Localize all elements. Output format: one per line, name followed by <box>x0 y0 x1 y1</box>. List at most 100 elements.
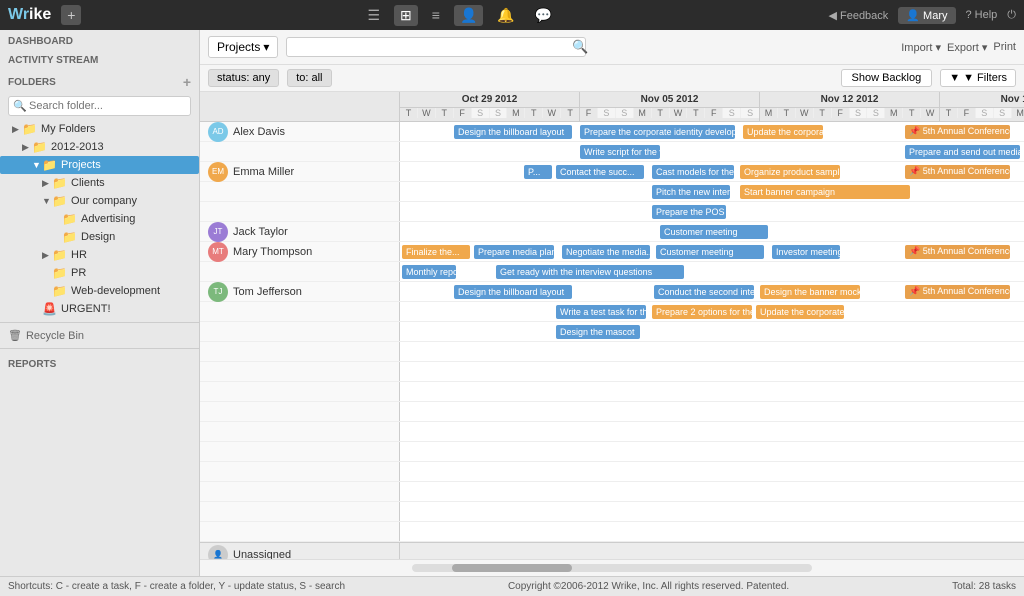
dashboard-section: DASHBOARD <box>0 30 199 49</box>
filter-icon: ▼ <box>949 72 960 84</box>
nav-gantt-icon[interactable]: ≡ <box>426 5 446 26</box>
sidebar-item-clients[interactable]: ▶ 📁 Clients <box>0 174 199 192</box>
nav-inbox-icon[interactable]: 🔔 <box>491 5 520 26</box>
task-bar[interactable]: Write a test task for the... <box>556 305 646 319</box>
task-bar[interactable]: Design the mascot <box>556 325 640 339</box>
task-bar[interactable]: 📌 5th Annual Conference <box>905 125 1010 139</box>
nav-profile-icon[interactable]: 👤 <box>454 5 483 26</box>
task-bar[interactable]: P... <box>524 165 552 179</box>
task-bar[interactable]: Cast models for the shoot <box>652 165 734 179</box>
recycle-bin[interactable]: 🗑 Recycle Bin <box>0 327 199 344</box>
task-bar[interactable]: Update the corporate site <box>756 305 844 319</box>
status-filter[interactable]: status: any <box>208 69 279 87</box>
task-bar[interactable]: Design the banner mock-up <box>760 285 860 299</box>
avatar-jack: JT <box>208 222 228 242</box>
gantt-spacer <box>200 142 400 161</box>
task-bar[interactable]: Write script for the video <box>580 145 660 159</box>
sidebar-item-our-company[interactable]: ▼ 📁 Our company <box>0 192 199 210</box>
arrow-icon: ▶ <box>42 250 52 261</box>
gantt-row-empty2 <box>200 362 1024 382</box>
task-bar[interactable]: Monthly report <box>402 265 456 279</box>
filters-button[interactable]: ▼ ▼ Filters <box>940 69 1016 87</box>
gantt-timeline-tom-2: Write a test task for the... Prepare 2 o… <box>400 302 1024 321</box>
horizontal-scrollbar-track[interactable] <box>412 564 812 572</box>
folder-icon: 📁 <box>62 230 78 244</box>
help-button[interactable]: ? Help <box>966 9 998 21</box>
task-bar[interactable]: Start banner campaign <box>740 185 910 199</box>
sidebar-item-2012-2013[interactable]: ▶ 📁 2012-2013 <box>0 138 199 156</box>
week-label-oct29: Oct 29 2012 <box>400 92 579 108</box>
gantt-timeline-emma-1: P... Contact the succ... Cast models for… <box>400 162 1024 181</box>
gantt-timeline-emma-2: Pitch the new interview Start banner cam… <box>400 182 1024 201</box>
task-bar[interactable]: 📌 5th Annual Conference <box>905 245 1010 259</box>
horizontal-scrollbar-thumb[interactable] <box>452 564 572 572</box>
task-bar[interactable]: Prepare the corporate identity develop..… <box>580 125 735 139</box>
task-bar[interactable]: Get ready with the interview questions <box>496 265 684 279</box>
recycle-icon: 🗑 <box>8 329 22 342</box>
task-bar[interactable]: Prepare 2 options for the c... <box>652 305 752 319</box>
sidebar-item-my-folders[interactable]: ▶ 📁 My Folders <box>0 120 199 138</box>
task-bar[interactable]: Negotiate the media... <box>562 245 650 259</box>
logout-button[interactable]: ⏻ <box>1007 9 1016 22</box>
gantt-date-headers: Oct 29 2012 T W T F S S M T W T <box>400 92 1024 121</box>
gantt-timeline-mary-1: Finalize the... Prepare media plan Negot… <box>400 242 1024 261</box>
show-backlog-button[interactable]: Show Backlog <box>841 69 933 87</box>
day-W: W <box>418 108 436 118</box>
gantt-row-tom-2: Write a test task for the... Prepare 2 o… <box>200 302 1024 322</box>
user-menu[interactable]: 👤 Mary <box>898 7 955 24</box>
reports-section: REPORTS <box>0 353 199 372</box>
gantt-header: Oct 29 2012 T W T F S S M T W T <box>200 92 1024 122</box>
task-bar[interactable]: Design the billboard layout <box>454 285 572 299</box>
sidebar-item-web-dev[interactable]: 📁 Web-development <box>0 282 199 300</box>
day-T3: T <box>525 108 543 118</box>
task-bar[interactable]: Prepare the POS <box>652 205 726 219</box>
gantt-row-empty4 <box>200 402 1024 422</box>
gantt-timeline-jack-1: Customer meeting <box>400 222 1024 241</box>
task-bar[interactable]: Pitch the new interview <box>652 185 730 199</box>
sidebar-item-hr[interactable]: ▶ 📁 HR <box>0 246 199 264</box>
urgent-icon: 🚨 <box>42 302 58 316</box>
nav-list-icon[interactable]: ☰ <box>361 5 386 26</box>
gantt-scrollbar-footer <box>200 559 1024 576</box>
add-button[interactable]: + <box>61 5 81 25</box>
sidebar-item-design[interactable]: 📁 Design <box>0 228 199 246</box>
search-input[interactable] <box>286 37 586 57</box>
arrow-icon: ▼ <box>32 160 42 170</box>
import-button[interactable]: Import ▾ <box>901 41 941 54</box>
task-bar[interactable]: Contact the succ... <box>556 165 644 179</box>
gantt-spacer <box>200 302 400 321</box>
avatar-emma: EM <box>208 162 228 182</box>
nav-chat-icon[interactable]: 💬 <box>529 5 558 26</box>
nav-grid-icon[interactable]: ⊞ <box>394 5 418 26</box>
task-bar[interactable]: Finalize the... <box>402 245 470 259</box>
task-bar[interactable]: Update the corporate site <box>743 125 823 139</box>
task-bar[interactable]: Prepare media plan <box>474 245 554 259</box>
task-bar[interactable]: Design the billboard layout <box>454 125 572 139</box>
task-bar[interactable]: Customer meeting <box>660 225 768 239</box>
task-bar[interactable]: Conduct the second interview <box>654 285 754 299</box>
task-bar[interactable]: Organize product sampling <box>740 165 840 179</box>
feedback-button[interactable]: ◀ Feedback <box>828 9 888 22</box>
sidebar-item-pr[interactable]: 📁 PR <box>0 264 199 282</box>
search-input[interactable] <box>8 96 191 116</box>
folder-icon: 📁 <box>22 122 38 136</box>
day-T: T <box>400 108 418 118</box>
task-bar[interactable]: Investor meeting <box>772 245 840 259</box>
task-bar[interactable]: 📌 5th Annual Conference <box>905 285 1010 299</box>
task-bar[interactable]: 📌 5th Annual Conference <box>905 165 1010 179</box>
task-bar[interactable]: Prepare and send out media kit <box>905 145 1020 159</box>
main-layout: DASHBOARD ACTIVITY STREAM FOLDERS + 🔍 ▶ … <box>0 30 1024 576</box>
to-filter[interactable]: to: all <box>287 69 331 87</box>
search-submit-icon[interactable]: 🔍 <box>572 39 588 55</box>
gantt-row-emma-3: Prepare the POS <box>200 202 1024 222</box>
export-button[interactable]: Export ▾ <box>947 41 987 54</box>
projects-dropdown[interactable]: Projects ▾ <box>208 36 278 58</box>
task-bar[interactable]: Customer meeting <box>656 245 764 259</box>
add-folder-icon[interactable]: + <box>183 74 191 90</box>
sidebar-item-advertising[interactable]: 📁 Advertising <box>0 210 199 228</box>
sidebar-item-urgent[interactable]: 🚨 URGENT! <box>0 300 199 318</box>
gantt-timeline-alex-2: Write script for the video Prepare and s… <box>400 142 1024 161</box>
print-button[interactable]: Print <box>993 41 1016 54</box>
gantt-row-empty7 <box>200 462 1024 482</box>
sidebar-item-projects[interactable]: ▼ 📁 Projects <box>0 156 199 174</box>
